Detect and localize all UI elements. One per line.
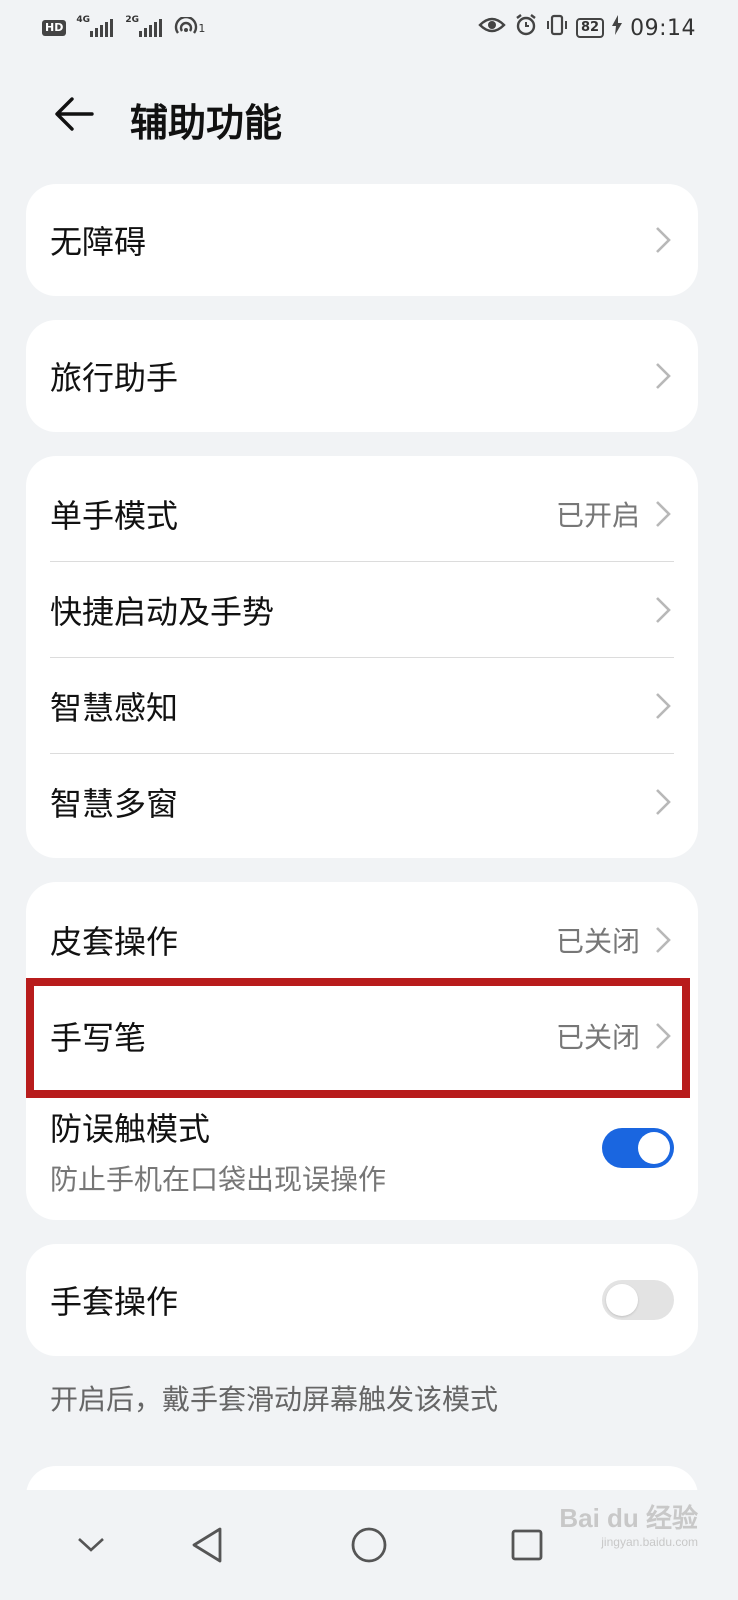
page-title: 辅助功能 — [130, 101, 283, 145]
vibrate-icon — [546, 13, 568, 43]
watermark: Bai du 经验 jingyan.baidu.com — [559, 1503, 698, 1549]
chevron-right-icon — [656, 597, 671, 623]
signal-icon: 4G — [76, 15, 114, 37]
charging-icon — [612, 15, 623, 41]
alarm-icon — [514, 13, 538, 43]
chevron-right-icon — [656, 789, 671, 815]
settings-group-4: 皮套操作 已关闭 手写笔 已关闭 防误触模式 防止手机在口袋出现误操作 — [26, 882, 698, 1220]
menu-item-label: 智慧多窗 — [50, 785, 179, 823]
glove-mode-description: 开启后，戴手套滑动屏幕触发该模式 — [50, 1383, 499, 1416]
chevron-down-icon — [78, 1538, 104, 1552]
menu-item-label: 皮套操作 — [50, 923, 179, 961]
recents-square-icon — [511, 1529, 543, 1561]
menu-item-shortcuts-gestures[interactable]: 快捷启动及手势 — [26, 562, 698, 658]
menu-item-label: 手写笔 — [50, 1019, 147, 1057]
menu-item-accessibility[interactable]: 无障碍 — [26, 184, 698, 296]
chevron-right-icon — [656, 1023, 671, 1049]
nav-recents-button[interactable] — [492, 1510, 562, 1580]
menu-item-travel-assistant[interactable]: 旅行助手 — [26, 320, 698, 432]
nav-home-button[interactable] — [334, 1510, 404, 1580]
chevron-right-icon — [656, 927, 671, 953]
nav-back-button[interactable] — [172, 1510, 242, 1580]
menu-item-smart-awareness[interactable]: 智慧感知 — [26, 658, 698, 754]
hd-badge: HD — [42, 20, 67, 36]
menu-item-label: 快捷启动及手势 — [50, 593, 275, 631]
menu-item-glove-mode[interactable]: 手套操作 — [26, 1244, 698, 1356]
menu-item-label: 旅行助手 — [50, 359, 179, 397]
menu-item-one-handed-mode[interactable]: 单手模式 已开启 — [26, 466, 698, 562]
menu-item-label: 防误触模式 — [50, 1110, 211, 1148]
glove-mode-toggle[interactable] — [602, 1280, 674, 1320]
battery-icon: 82 — [576, 18, 605, 38]
home-circle-icon — [351, 1527, 387, 1563]
menu-item-smart-multiwindow[interactable]: 智慧多窗 — [26, 754, 698, 850]
menu-item-value: 已开启 — [555, 499, 640, 532]
status-bar: HD 4G 2G 1 82 09:14 — [0, 0, 738, 56]
accidental-touch-toggle[interactable] — [602, 1128, 674, 1168]
eye-comfort-icon — [478, 15, 506, 41]
header: 辅助功能 — [0, 80, 738, 150]
menu-item-stylus[interactable]: 手写笔 已关闭 — [26, 988, 698, 1084]
settings-group-5: 手套操作 — [26, 1244, 698, 1356]
menu-item-label: 无障碍 — [50, 223, 147, 261]
menu-item-label: 单手模式 — [50, 497, 179, 535]
menu-item-sublabel: 防止手机在口袋出现误操作 — [50, 1163, 387, 1196]
toggle-knob — [638, 1132, 670, 1164]
hotspot-icon: 1 — [174, 17, 205, 39]
menu-item-value: 已关闭 — [555, 1021, 640, 1054]
chevron-right-icon — [656, 227, 671, 253]
menu-item-label: 智慧感知 — [50, 689, 179, 727]
chevron-right-icon — [656, 693, 671, 719]
menu-item-flip-cover[interactable]: 皮套操作 已关闭 — [26, 892, 698, 988]
menu-item-accidental-touch[interactable]: 防误触模式 防止手机在口袋出现误操作 — [26, 1092, 698, 1212]
toggle-knob — [606, 1284, 638, 1316]
menu-item-value: 已关闭 — [555, 925, 640, 958]
chevron-right-icon — [656, 363, 671, 389]
clock: 09:14 — [630, 15, 696, 41]
settings-group-3: 单手模式 已开启 快捷启动及手势 智慧感知 智慧多窗 — [26, 456, 698, 858]
signal-icon-2: 2G — [125, 15, 163, 37]
back-triangle-icon — [192, 1527, 222, 1563]
settings-group-2: 旅行助手 — [26, 320, 698, 432]
back-arrow-icon — [55, 97, 94, 131]
chevron-right-icon — [656, 501, 671, 527]
nav-collapse-button[interactable] — [56, 1510, 126, 1580]
settings-group-1: 无障碍 — [26, 184, 698, 296]
menu-item-label: 手套操作 — [50, 1283, 179, 1321]
back-button[interactable] — [50, 90, 98, 138]
